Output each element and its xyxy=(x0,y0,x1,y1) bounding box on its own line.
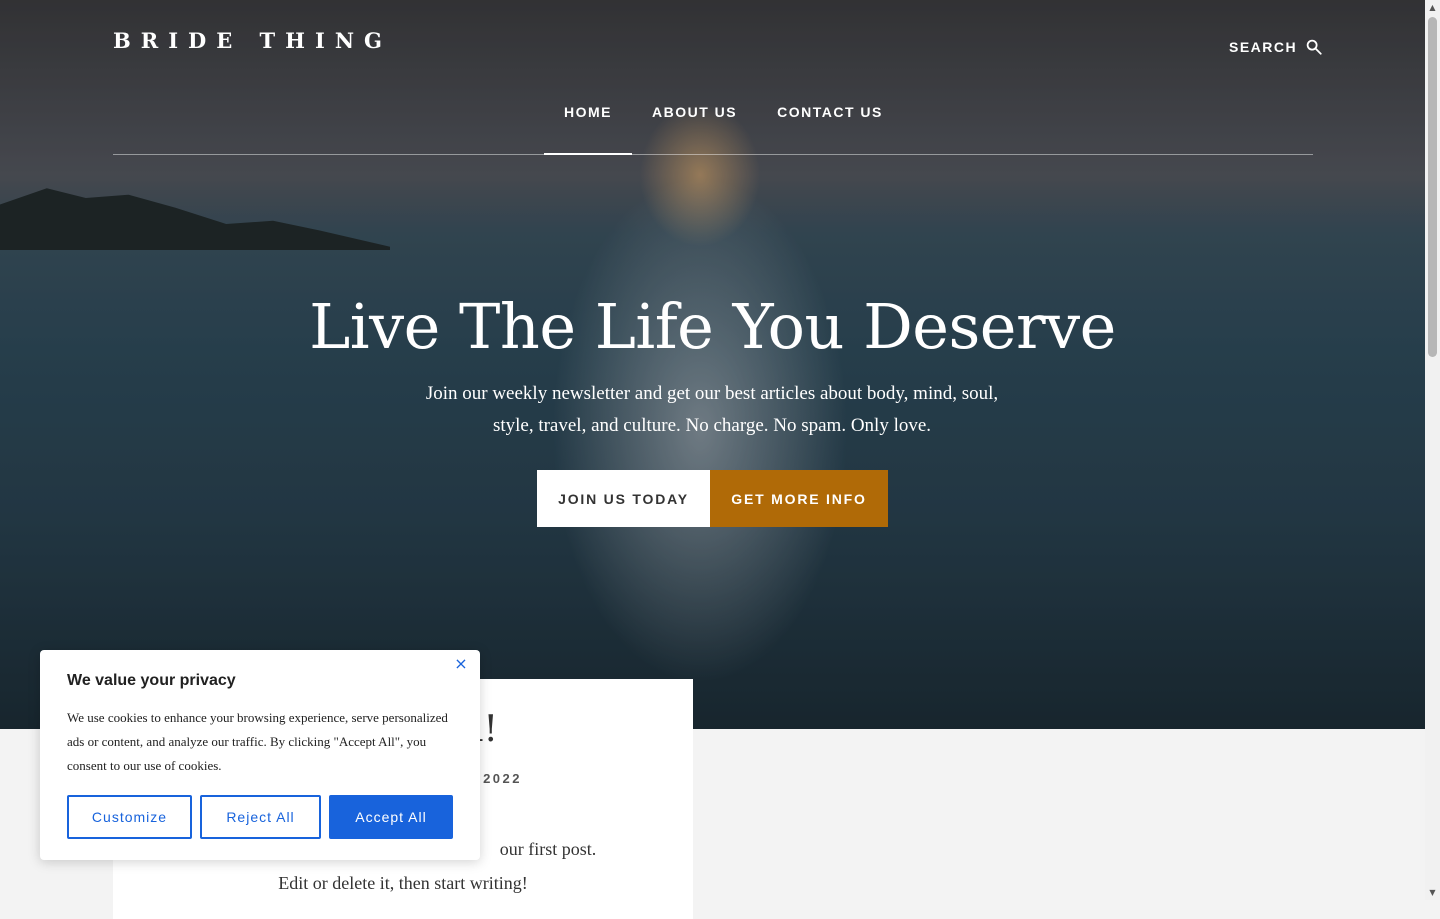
nav-item-home[interactable]: HOME xyxy=(544,96,632,155)
primary-nav: HOME ABOUT US CONTACT US xyxy=(544,96,903,155)
post-date: 2022 xyxy=(483,771,522,786)
nav-item-about-us[interactable]: ABOUT US xyxy=(632,96,757,146)
accept-all-button[interactable]: Accept All xyxy=(329,795,453,839)
reject-all-button[interactable]: Reject All xyxy=(200,795,321,839)
nav-divider xyxy=(113,154,1313,155)
nav-item-contact-us[interactable]: CONTACT US xyxy=(757,96,903,146)
cookie-consent-banner: × We value your privacy We use cookies t… xyxy=(40,650,480,860)
hero-subtitle: Join our weekly newsletter and get our b… xyxy=(425,383,999,436)
vertical-scrollbar[interactable]: ▲ ▼ xyxy=(1425,0,1440,900)
cookie-description: We use cookies to enhance your browsing … xyxy=(67,710,448,773)
join-us-button[interactable]: JOIN US TODAY xyxy=(537,470,710,527)
close-icon[interactable]: × xyxy=(450,652,472,674)
search-icon xyxy=(1306,39,1322,55)
scrollbar-thumb[interactable] xyxy=(1428,17,1437,357)
get-more-info-button[interactable]: GET MORE INFO xyxy=(710,470,888,527)
scroll-up-arrow-icon[interactable]: ▲ xyxy=(1425,0,1440,15)
search-label: SEARCH xyxy=(1229,39,1298,55)
search-button[interactable]: SEARCH xyxy=(1229,38,1323,56)
post-excerpt-line2: Edit or delete it, then start writing! xyxy=(278,873,528,893)
hero-title: Live The Life You Deserve xyxy=(309,290,1116,363)
cookie-title: We value your privacy xyxy=(67,672,236,689)
scroll-down-arrow-icon[interactable]: ▼ xyxy=(1425,885,1440,900)
hero-section: BRIDE THING SEARCH HOME ABOUT US CONTACT… xyxy=(0,0,1425,729)
site-logo[interactable]: BRIDE THING xyxy=(113,28,392,53)
customize-button[interactable]: Customize xyxy=(67,795,192,839)
